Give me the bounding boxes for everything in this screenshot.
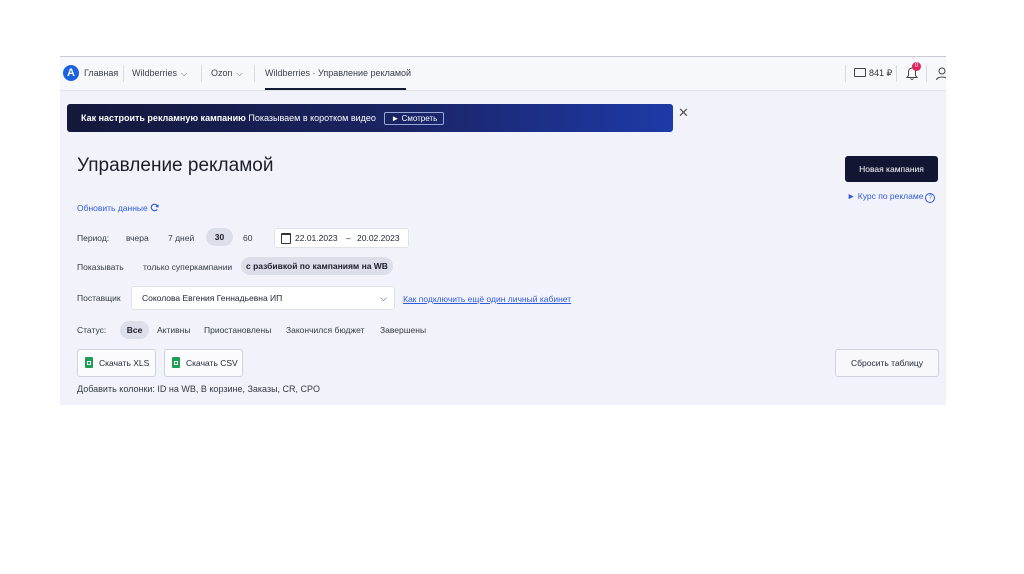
banner-subtitle: Показываем в коротком видео xyxy=(248,113,376,123)
notification-badge: 0 xyxy=(912,62,921,71)
show-label: Показывать xyxy=(77,262,124,272)
chevron-down-icon: ⌵ xyxy=(380,293,387,303)
refresh-data-link[interactable]: Обновить данные xyxy=(77,203,159,213)
download-xls-button[interactable]: Скачать XLS xyxy=(77,349,156,377)
nav-divider xyxy=(254,65,255,82)
nav-ozon-label: Ozon xyxy=(211,68,233,78)
chevron-down-icon: ⌵ xyxy=(236,69,243,78)
status-option-active[interactable]: Активны xyxy=(157,325,190,335)
banner-title: Как настроить рекламную кампанию xyxy=(81,113,246,123)
ads-course-label: ► Курс по рекламе xyxy=(847,191,924,201)
period-option-60[interactable]: 60 xyxy=(243,233,252,243)
ads-course-link[interactable]: ► Курс по рекламе? xyxy=(847,191,936,203)
date-from: 22.01.2023 xyxy=(295,233,338,243)
watch-video-button[interactable]: ► Смотреть xyxy=(384,112,445,125)
balance-widget[interactable]: 841 ₽ xyxy=(854,57,892,90)
status-option-budget-ended[interactable]: Закончился бюджет xyxy=(286,325,365,335)
nav-divider xyxy=(896,65,897,82)
date-separator: – xyxy=(346,233,351,243)
download-csv-button[interactable]: Скачать CSV xyxy=(164,349,243,377)
status-label: Статус: xyxy=(77,325,107,335)
refresh-label: Обновить данные xyxy=(77,203,148,213)
help-icon: ? xyxy=(925,193,936,203)
reset-table-button[interactable]: Сбросить таблицу xyxy=(835,349,939,377)
nav-divider xyxy=(845,65,846,82)
wallet-icon xyxy=(854,68,866,77)
page-title: Управление рекламой xyxy=(77,155,274,176)
supplier-value: Соколова Евгения Геннадьевна ИП xyxy=(142,293,283,303)
nav-wildberries-dropdown[interactable]: Wildberries ⌵ xyxy=(132,57,187,90)
nav-divider xyxy=(123,65,124,82)
spreadsheet-icon xyxy=(85,357,93,368)
app-window: A Главная Wildberries ⌵ Ozon ⌵ Wildberries… xyxy=(60,56,946,405)
active-tab-indicator xyxy=(265,88,406,90)
tab-ads-management[interactable]: Wildberries · Управление рекламой xyxy=(265,57,411,90)
date-to: 20.02.2023 xyxy=(357,233,400,243)
download-csv-label: Скачать CSV xyxy=(186,358,238,368)
chevron-down-icon: ⌵ xyxy=(181,69,188,78)
spreadsheet-icon xyxy=(172,357,180,368)
connect-account-link[interactable]: Как подключить ещё один личный кабинет xyxy=(403,294,571,304)
supplier-select[interactable]: Соколова Евгения Геннадьевна ИП ⌵ xyxy=(131,286,395,310)
nav-divider xyxy=(926,65,927,82)
nav-home[interactable]: Главная xyxy=(84,57,118,90)
date-range-picker[interactable]: 22.01.2023 – 20.02.2023 xyxy=(274,228,409,248)
nav-ozon-dropdown[interactable]: Ozon ⌵ xyxy=(211,57,243,90)
new-campaign-button[interactable]: Новая кампания xyxy=(845,156,938,182)
download-xls-label: Скачать XLS xyxy=(99,358,150,368)
status-option-finished[interactable]: Завершены xyxy=(380,325,426,335)
status-option-paused[interactable]: Приостановлены xyxy=(204,325,271,335)
status-option-all[interactable]: Все xyxy=(120,321,149,339)
show-option-by-wb-campaigns[interactable]: с разбивкой по кампаниям на WB xyxy=(241,257,393,275)
add-columns-text[interactable]: Добавить колонки: ID на WB, В корзине, З… xyxy=(77,384,320,394)
calendar-icon xyxy=(281,233,291,244)
show-option-supercampaigns[interactable]: только суперкампании xyxy=(143,262,232,272)
nav-divider xyxy=(201,65,202,82)
period-option-7-days[interactable]: 7 дней xyxy=(168,233,194,243)
video-promo-banner[interactable]: Как настроить рекламную кампанию Показыв… xyxy=(67,104,673,132)
logo-icon[interactable]: A xyxy=(63,65,79,81)
balance-amount: 841 ₽ xyxy=(869,68,893,78)
user-icon[interactable] xyxy=(935,66,946,81)
period-label: Период: xyxy=(77,233,110,243)
supplier-label: Поставщик xyxy=(77,293,121,303)
period-option-yesterday[interactable]: вчера xyxy=(126,233,149,243)
banner-text: Как настроить рекламную кампанию Показыв… xyxy=(81,104,445,132)
close-icon[interactable]: ✕ xyxy=(678,105,689,121)
period-option-30[interactable]: 30 xyxy=(206,228,233,246)
top-nav: A Главная Wildberries ⌵ Ozon ⌵ Wildberries… xyxy=(60,57,946,91)
nav-wildberries-label: Wildberries xyxy=(132,68,178,78)
refresh-icon xyxy=(150,203,159,212)
